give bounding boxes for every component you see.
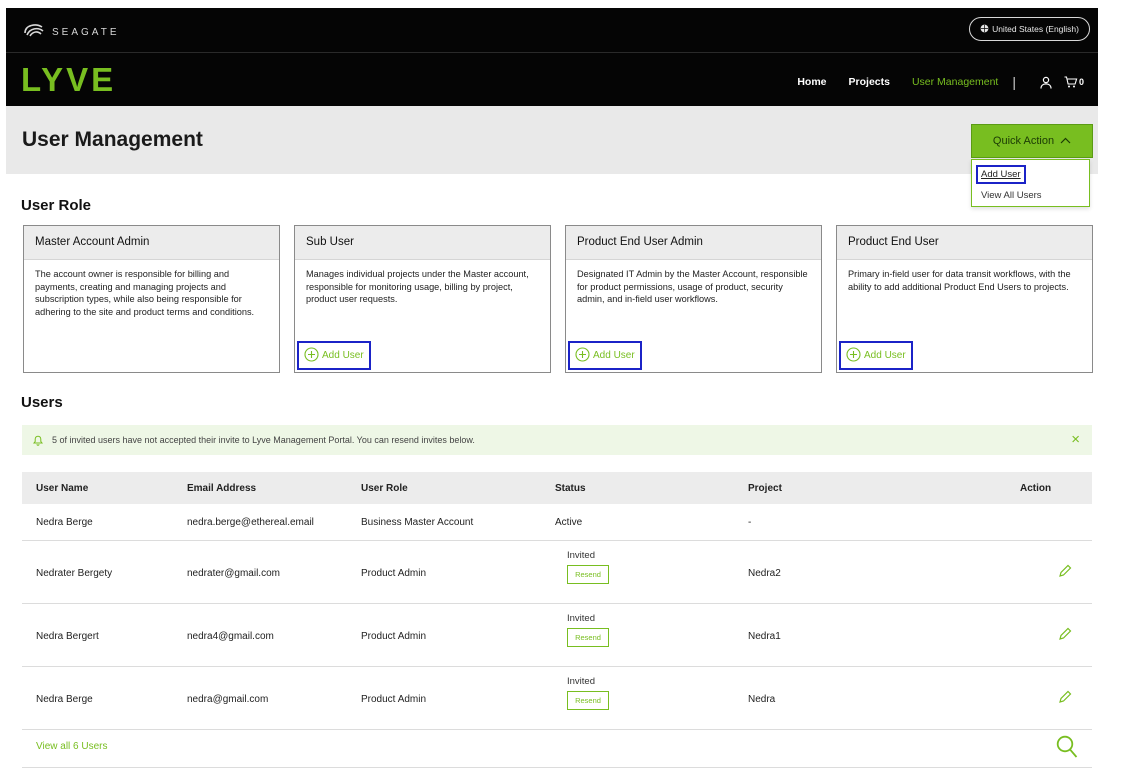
cell-user-name: Nedra Berge bbox=[36, 517, 93, 528]
role-card-title: Sub User bbox=[295, 226, 550, 260]
nav-projects[interactable]: Projects bbox=[849, 76, 890, 88]
table-row: Nedra Berge nedra@gmail.com Product Admi… bbox=[22, 667, 1092, 730]
table-footer: View all 6 Users bbox=[22, 728, 1092, 768]
cell-user-role: Product Admin bbox=[361, 694, 427, 705]
page-title: User Management bbox=[22, 128, 203, 151]
seagate-swirl-icon bbox=[22, 21, 46, 44]
role-card-product-end-user-admin: Product End User Admin Designated IT Adm… bbox=[565, 225, 822, 373]
col-user-name[interactable]: User Name bbox=[36, 483, 88, 494]
table-row: Nedrater Bergety nedrater@gmail.com Prod… bbox=[22, 541, 1092, 604]
table-row: Nedra Berge nedra.berge@ethereal.email B… bbox=[22, 504, 1092, 541]
globe-icon bbox=[980, 24, 989, 35]
cell-user-name: Nedrater Bergety bbox=[36, 568, 113, 579]
lyve-logo[interactable]: LYVE bbox=[21, 63, 116, 96]
edit-pencil-icon[interactable] bbox=[1058, 627, 1072, 644]
bell-icon bbox=[32, 434, 44, 446]
cell-user-name: Nedra Berge bbox=[36, 694, 93, 705]
col-email[interactable]: Email Address bbox=[187, 483, 256, 494]
user-icon[interactable] bbox=[1040, 76, 1052, 89]
col-user-role[interactable]: User Role bbox=[361, 483, 408, 494]
add-user-label: Add User bbox=[322, 350, 364, 361]
resend-button[interactable]: Resend bbox=[567, 628, 609, 647]
pending-invites-alert: 5 of invited users have not accepted the… bbox=[22, 425, 1092, 455]
cell-project: Nedra2 bbox=[748, 568, 781, 579]
cell-email: nedra@gmail.com bbox=[187, 694, 269, 705]
role-card-title: Product End User bbox=[837, 226, 1092, 260]
add-sub-user-button[interactable]: Add User bbox=[297, 341, 371, 370]
role-card-description: The account owner is responsible for bil… bbox=[35, 269, 255, 317]
edit-pencil-icon[interactable] bbox=[1058, 564, 1072, 581]
cell-status: Active bbox=[555, 517, 583, 528]
seagate-logo[interactable]: SEAGATE bbox=[22, 21, 120, 44]
menu-item-add-user[interactable]: Add User bbox=[976, 165, 1026, 184]
cell-user-name: Nedra Bergert bbox=[36, 631, 99, 642]
add-user-label: Add User bbox=[864, 350, 906, 361]
main-nav: Home Projects User Management | 0 bbox=[775, 74, 1084, 90]
users-table: User Name Email Address User Role Status… bbox=[22, 472, 1092, 730]
col-action: Action bbox=[1020, 483, 1052, 494]
add-product-end-user-button[interactable]: Add User bbox=[839, 341, 913, 370]
role-card-title: Product End User Admin bbox=[566, 226, 821, 260]
cell-status: Invited Resend bbox=[567, 676, 609, 710]
cart-count: 0 bbox=[1078, 77, 1084, 87]
alert-text: 5 of invited users have not accepted the… bbox=[52, 435, 475, 445]
cell-status: Invited Resend bbox=[567, 550, 609, 584]
seagate-wordmark: SEAGATE bbox=[52, 27, 120, 38]
cell-email: nedrater@gmail.com bbox=[187, 568, 280, 579]
top-header: SEAGATE United States (English) LYVE Hom… bbox=[6, 8, 1098, 106]
quick-action-button[interactable]: Quick Action bbox=[971, 124, 1093, 158]
close-icon[interactable]: × bbox=[1071, 432, 1080, 447]
cell-project: Nedra1 bbox=[748, 631, 781, 642]
add-product-admin-button[interactable]: Add User bbox=[568, 341, 642, 370]
region-selector[interactable]: United States (English) bbox=[969, 17, 1090, 41]
edit-pencil-icon[interactable] bbox=[1058, 690, 1072, 707]
col-status[interactable]: Status bbox=[555, 483, 586, 494]
search-icon[interactable] bbox=[1056, 735, 1078, 764]
resend-button[interactable]: Resend bbox=[567, 691, 609, 710]
view-all-users-link[interactable]: View all 6 Users bbox=[36, 741, 108, 752]
role-card-description: Manages individual projects under the Ma… bbox=[306, 269, 529, 304]
plus-circle-icon bbox=[575, 346, 590, 365]
table-header: User Name Email Address User Role Status… bbox=[22, 472, 1092, 504]
cell-email: nedra.berge@ethereal.email bbox=[187, 517, 314, 528]
role-card-title: Master Account Admin bbox=[24, 226, 279, 260]
cell-project: - bbox=[748, 517, 752, 528]
status-text: Invited bbox=[567, 550, 595, 561]
add-user-label: Add User bbox=[593, 350, 635, 361]
role-card-description: Designated IT Admin by the Master Accoun… bbox=[577, 269, 808, 304]
header-divider bbox=[6, 52, 1098, 53]
quick-action-label: Quick Action bbox=[992, 135, 1055, 147]
resend-button[interactable]: Resend bbox=[567, 565, 609, 584]
col-project[interactable]: Project bbox=[748, 483, 782, 494]
status-text: Invited bbox=[567, 613, 595, 624]
plus-circle-icon bbox=[304, 346, 319, 365]
user-role-heading: User Role bbox=[21, 197, 92, 214]
menu-item-view-all-users[interactable]: View All Users bbox=[981, 190, 1042, 201]
role-card-product-end-user: Product End User Primary in-field user f… bbox=[836, 225, 1093, 373]
cell-user-role: Business Master Account bbox=[361, 517, 474, 528]
title-band: User Management Quick Action bbox=[6, 106, 1098, 174]
nav-divider: | bbox=[1012, 74, 1016, 90]
nav-home[interactable]: Home bbox=[797, 76, 826, 88]
cell-project: Nedra bbox=[748, 694, 776, 705]
cell-user-role: Product Admin bbox=[361, 631, 427, 642]
users-heading: Users bbox=[21, 394, 63, 411]
role-card-description: Primary in-field user for data transit w… bbox=[848, 269, 1071, 292]
cell-email: nedra4@gmail.com bbox=[187, 631, 274, 642]
role-card-sub-user: Sub User Manages individual projects und… bbox=[294, 225, 551, 373]
table-row: Nedra Bergert nedra4@gmail.com Product A… bbox=[22, 604, 1092, 667]
role-card-master-account-admin: Master Account Admin The account owner i… bbox=[23, 225, 280, 373]
region-label: United States (English) bbox=[992, 24, 1079, 34]
quick-action-menu: Add User View All Users bbox=[971, 159, 1090, 207]
status-text: Invited bbox=[567, 676, 595, 687]
plus-circle-icon bbox=[846, 346, 861, 365]
chevron-up-icon bbox=[1060, 135, 1071, 147]
cart-icon[interactable]: 0 bbox=[1064, 76, 1084, 88]
cell-status: Invited Resend bbox=[567, 613, 609, 647]
nav-user-management[interactable]: User Management bbox=[912, 76, 998, 88]
cell-user-role: Product Admin bbox=[361, 568, 427, 579]
